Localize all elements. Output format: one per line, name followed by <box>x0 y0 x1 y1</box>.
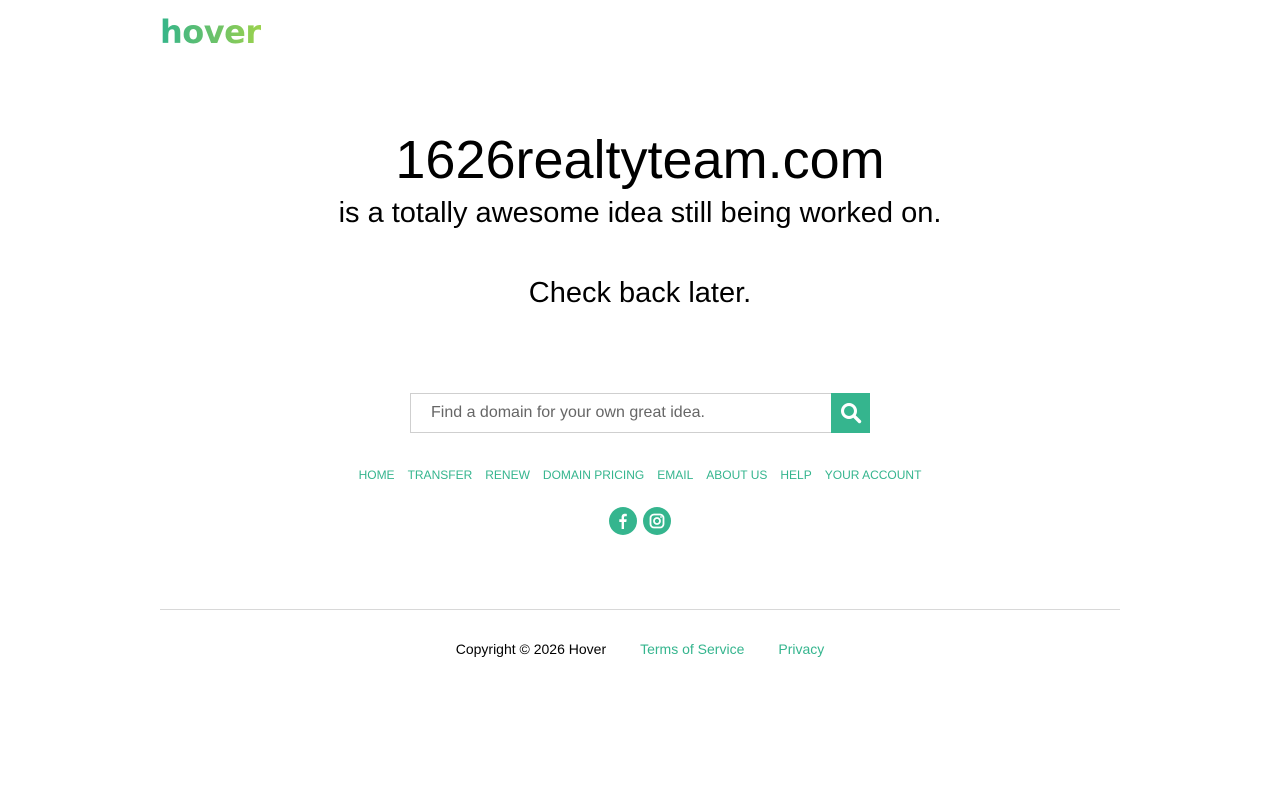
tagline: is a totally awesome idea still being wo… <box>338 197 942 229</box>
nav-domain-pricing[interactable]: DOMAIN PRICING <box>543 467 644 483</box>
hover-logo[interactable]: hover <box>160 12 261 52</box>
check-back-message: Check back later. <box>528 277 752 309</box>
search-icon <box>840 403 861 424</box>
facebook-link[interactable] <box>609 507 637 535</box>
privacy-link[interactable]: Privacy <box>778 641 824 657</box>
instagram-icon <box>649 513 665 529</box>
domain-title: 1626realtyteam.com <box>395 130 885 190</box>
nav-your-account[interactable]: YOUR ACCOUNT <box>825 467 922 483</box>
footer-nav: HOME TRANSFER RENEW DOMAIN PRICING EMAIL… <box>0 467 1280 483</box>
terms-of-service-link[interactable]: Terms of Service <box>640 641 744 657</box>
instagram-link[interactable] <box>643 507 671 535</box>
nav-renew[interactable]: RENEW <box>485 467 530 483</box>
footer-divider <box>160 609 1120 610</box>
facebook-icon <box>619 513 627 529</box>
footer: Copyright © 2026 Hover Terms of Service … <box>0 641 1280 657</box>
domain-search-form <box>410 393 870 433</box>
nav-email[interactable]: EMAIL <box>657 467 693 483</box>
nav-home[interactable]: HOME <box>359 467 395 483</box>
nav-transfer[interactable]: TRANSFER <box>408 467 473 483</box>
search-button[interactable] <box>831 393 870 433</box>
nav-help[interactable]: HELP <box>780 467 811 483</box>
copyright-text: Copyright © 2026 Hover <box>455 641 607 657</box>
domain-search-input[interactable] <box>410 393 831 433</box>
social-links <box>0 507 1280 535</box>
page: hover 1626realtyteam.com is a totally aw… <box>0 0 1280 800</box>
nav-about-us[interactable]: ABOUT US <box>706 467 767 483</box>
